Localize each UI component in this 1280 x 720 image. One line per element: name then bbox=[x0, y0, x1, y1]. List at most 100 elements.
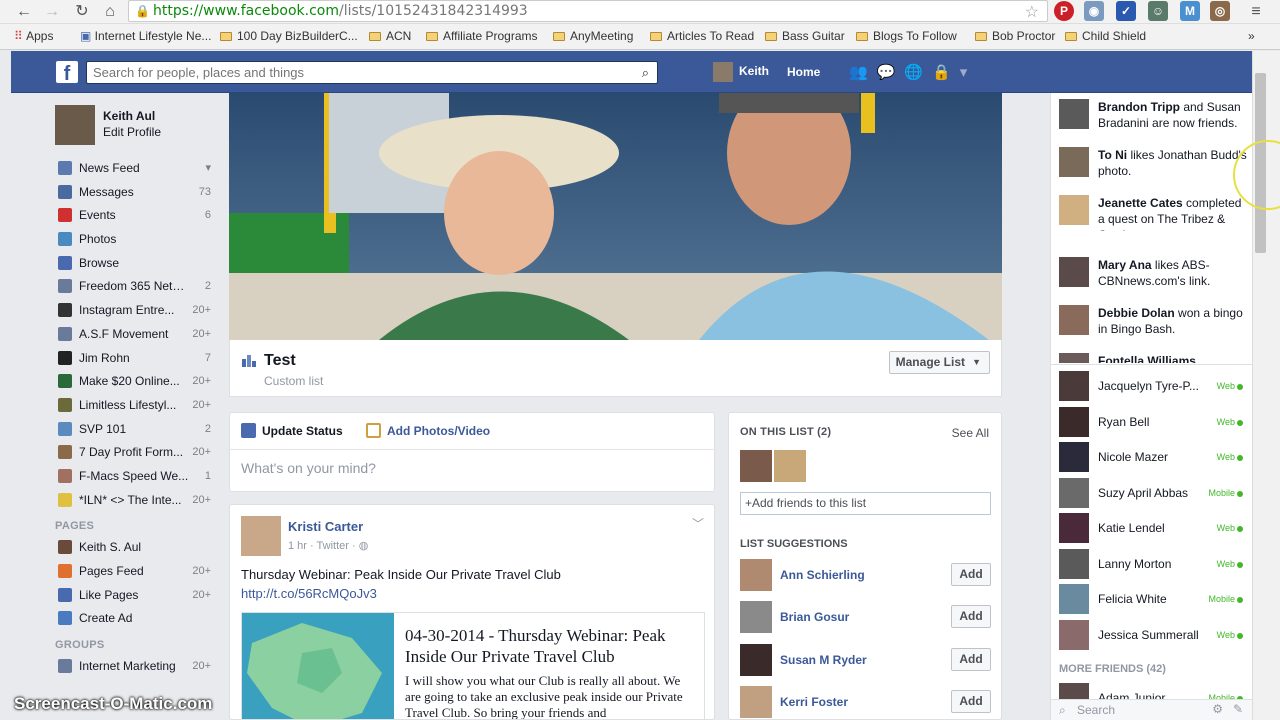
sidebar-item[interactable]: Jim Rohn 7 bbox=[55, 347, 225, 371]
forward-icon[interactable]: → bbox=[42, 2, 62, 22]
bookmark-1[interactable]: ▣ Internet Lifestyle Ne... bbox=[80, 29, 211, 43]
bookmark-0[interactable]: ⠿ Apps bbox=[14, 29, 53, 43]
bookmark-6[interactable]: Articles To Read bbox=[650, 29, 754, 43]
status-input[interactable]: What's on your mind? bbox=[241, 460, 376, 476]
chat-search-input[interactable]: Search bbox=[1077, 703, 1115, 717]
extension-icon[interactable]: ☺ bbox=[1148, 1, 1168, 21]
home-link[interactable]: Home bbox=[787, 65, 820, 79]
messages-icon[interactable]: 💬 bbox=[877, 64, 905, 81]
sidebar-item[interactable]: Freedom 365 Netw... 2 bbox=[55, 275, 225, 299]
sidebar-item[interactable]: Photos bbox=[55, 228, 225, 252]
ticker-name[interactable]: Debbie Dolan bbox=[1098, 306, 1175, 320]
chat-contact[interactable]: Felicia White Mobile bbox=[1059, 584, 1249, 616]
sidebar-item[interactable]: 7 Day Profit Form... 20+ bbox=[55, 441, 225, 465]
sidebar-item[interactable]: Pages Feed 20+ bbox=[55, 560, 225, 584]
suggestion-name[interactable]: Kerri Foster bbox=[780, 695, 848, 709]
update-status-tab[interactable]: Update Status bbox=[241, 423, 343, 438]
address-bar[interactable]: 🔒 https://www.facebook.com/lists/1015243… bbox=[128, 0, 1048, 22]
ticker-item[interactable]: Jeanette Cates completed a quest on The … bbox=[1059, 195, 1249, 231]
chat-contact[interactable]: Jessica Summerall Web bbox=[1059, 619, 1249, 652]
suggestion-name[interactable]: Ann Schierling bbox=[780, 568, 865, 582]
instagram-icon[interactable]: ◎ bbox=[1210, 1, 1230, 21]
sidebar-item[interactable]: Messages 73 bbox=[55, 181, 225, 205]
reload-icon[interactable]: ↻ bbox=[72, 2, 92, 22]
chat-contact[interactable]: Adam Junior Mobile bbox=[1059, 683, 1249, 699]
chat-contact[interactable]: Suzy April Abbas Mobile bbox=[1059, 477, 1249, 510]
ticker-name[interactable]: To Ni bbox=[1098, 148, 1127, 162]
avatar[interactable] bbox=[55, 105, 95, 145]
sidebar-item[interactable]: Make $20 Online... 20+ bbox=[55, 370, 225, 394]
suggestion-name[interactable]: Susan M Ryder bbox=[780, 653, 867, 667]
sidebar-item[interactable]: Keith S. Aul bbox=[55, 536, 225, 560]
avatar[interactable] bbox=[740, 685, 772, 718]
suggestion-name[interactable]: Brian Gosur bbox=[780, 610, 849, 624]
sidebar-item[interactable]: Like Pages 20+ bbox=[55, 584, 225, 608]
bookmark-5[interactable]: AnyMeeting bbox=[553, 29, 633, 43]
extension-icon[interactable]: ✓ bbox=[1116, 1, 1136, 21]
menu-icon[interactable]: ≡ bbox=[1246, 2, 1266, 22]
notifications-icon[interactable]: 🌐 bbox=[904, 64, 932, 81]
bookmark-9[interactable]: Bob Proctor bbox=[975, 29, 1055, 43]
compose-icon[interactable]: ✎ bbox=[1233, 702, 1243, 716]
more-bookmarks-icon[interactable]: » bbox=[1248, 29, 1255, 43]
back-icon[interactable]: ← bbox=[14, 2, 34, 22]
privacy-icon[interactable]: 🔒 bbox=[932, 64, 960, 81]
sidebar-item[interactable]: F-Macs Speed We... 1 bbox=[55, 465, 225, 489]
add-button[interactable]: Add bbox=[951, 605, 991, 629]
search-icon[interactable]: ⌕ bbox=[642, 65, 649, 81]
pinterest-icon[interactable]: P bbox=[1054, 1, 1074, 21]
ticker-item[interactable]: Brandon Tripp and Susan Bradanini are no… bbox=[1059, 99, 1249, 135]
chevron-down-icon[interactable]: ▾ bbox=[960, 64, 977, 81]
avatar[interactable] bbox=[740, 601, 772, 634]
search-input[interactable] bbox=[87, 62, 627, 83]
edit-profile-link[interactable]: Edit Profile bbox=[103, 125, 161, 139]
chat-contact[interactable]: Lanny Morton Web bbox=[1059, 548, 1249, 581]
section-title[interactable]: GROUPS bbox=[55, 631, 225, 655]
post-author[interactable]: Kristi Carter bbox=[288, 519, 363, 534]
bookmark-3[interactable]: ACN bbox=[369, 29, 411, 43]
link-attachment[interactable]: 04-30-2014 - Thursday Webinar: Peak Insi… bbox=[241, 612, 705, 719]
bookmark-star-icon[interactable]: ☆ bbox=[1025, 2, 1039, 22]
post-link[interactable]: http://t.co/56RcMQoJv3 bbox=[241, 586, 377, 601]
url-text[interactable]: https://www.facebook.com/lists/101524318… bbox=[153, 3, 528, 19]
add-photos-tab[interactable]: Add Photos/Video bbox=[366, 423, 490, 438]
avatar[interactable] bbox=[740, 643, 772, 676]
sidebar-item[interactable]: A.S.F Movement 20+ bbox=[55, 323, 225, 347]
attachment-title[interactable]: 04-30-2014 - Thursday Webinar: Peak Insi… bbox=[405, 625, 695, 667]
home-icon[interactable]: ⌂ bbox=[100, 2, 120, 22]
sidebar-item[interactable]: Create Ad bbox=[55, 607, 225, 631]
add-button[interactable]: Add bbox=[951, 647, 991, 671]
user-link[interactable]: Keith bbox=[713, 62, 769, 82]
section-title[interactable]: PAGES bbox=[55, 512, 225, 536]
ticker-item[interactable]: Fontella Williams bbox=[1059, 353, 1249, 363]
avatar[interactable] bbox=[740, 450, 772, 482]
ticker-item[interactable]: Debbie Dolan won a bingo in Bingo Bash. bbox=[1059, 305, 1249, 341]
sidebar-item[interactable]: Instagram Entre... 20+ bbox=[55, 299, 225, 323]
chat-contact[interactable]: Jacquelyn Tyre-P... Web bbox=[1059, 371, 1249, 403]
chat-contact[interactable]: Nicole Mazer Web bbox=[1059, 442, 1249, 474]
extension-icon[interactable]: M bbox=[1180, 1, 1200, 21]
sidebar-item[interactable]: News Feed ▾ bbox=[55, 157, 225, 181]
bookmark-2[interactable]: 100 Day BizBuilderC... bbox=[220, 29, 358, 43]
ticker-name[interactable]: Brandon Tripp bbox=[1098, 100, 1180, 114]
bookmark-8[interactable]: Blogs To Follow bbox=[856, 29, 957, 43]
avatar[interactable] bbox=[241, 516, 281, 556]
bookmark-4[interactable]: Affiliate Programs bbox=[426, 29, 537, 43]
ticker-item[interactable]: To Ni likes Jonathan Budd's photo. bbox=[1059, 147, 1249, 183]
gear-icon[interactable]: ⚙ bbox=[1212, 702, 1223, 716]
add-button[interactable]: Add bbox=[951, 563, 991, 586]
manage-list-button[interactable]: Manage List ▼ bbox=[888, 351, 990, 374]
facebook-logo-icon[interactable]: f bbox=[56, 61, 78, 85]
ticker-name[interactable]: Jeanette Cates bbox=[1098, 196, 1183, 210]
sidebar-item[interactable]: *ILN* <> The Inte... 20+ bbox=[55, 489, 225, 513]
avatar[interactable] bbox=[740, 559, 772, 591]
friend-requests-icon[interactable]: 👥 bbox=[849, 64, 877, 81]
sidebar-item[interactable]: Internet Marketing 20+ bbox=[55, 655, 225, 679]
bookmark-10[interactable]: Child Shield bbox=[1065, 29, 1146, 43]
extension-icon[interactable]: ◉ bbox=[1084, 1, 1104, 21]
avatar[interactable] bbox=[774, 450, 806, 482]
sidebar-item[interactable]: Events 6 bbox=[55, 204, 225, 228]
ticker-name[interactable]: Mary Ana bbox=[1098, 258, 1152, 272]
sidebar-item[interactable]: Browse bbox=[55, 252, 225, 276]
ticker-item[interactable]: Mary Ana likes ABS-CBNnews.com's link. bbox=[1059, 257, 1249, 293]
